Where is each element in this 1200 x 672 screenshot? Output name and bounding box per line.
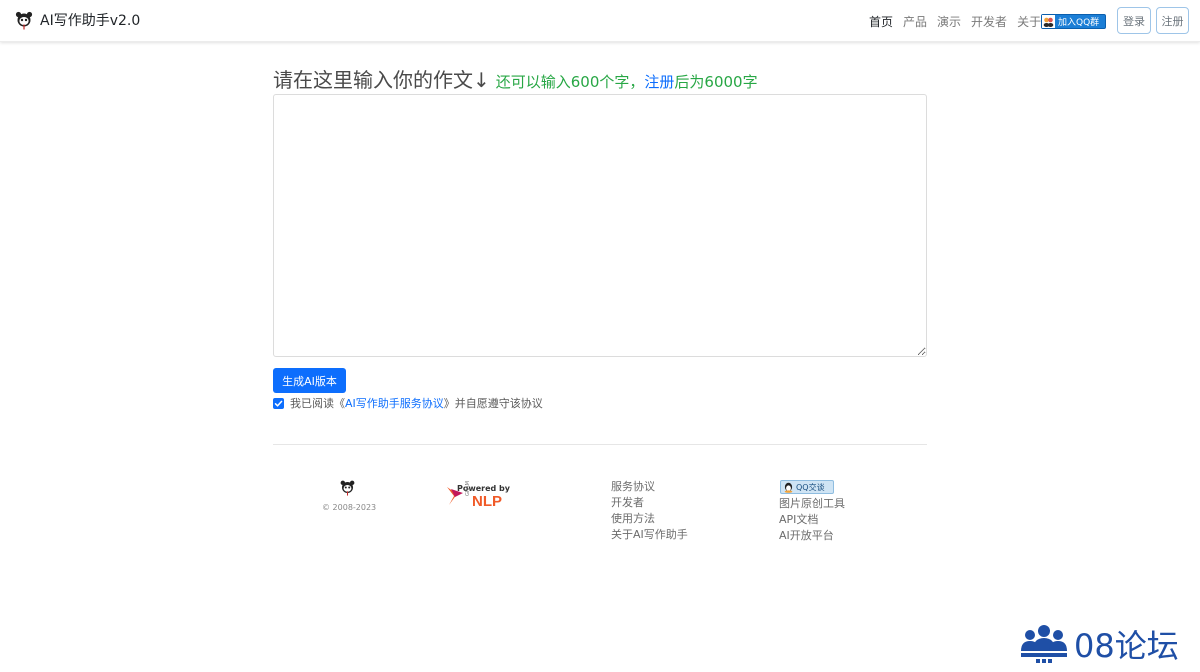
nav-developers[interactable]: 开发者 <box>971 13 1007 30</box>
footer-link-developers[interactable]: 开发者 <box>611 495 688 511</box>
char-limit-prefix: 还可以输入600个字， <box>495 73 645 91</box>
page-title: 请在这里输入你的作文↓ <box>273 68 490 92</box>
forum-watermark: 08论坛 <box>1020 621 1179 667</box>
generate-ai-version-button[interactable]: 生成AI版本 <box>273 368 346 393</box>
main-nav: 首页 产品 演示 开发者 关于 <box>869 13 1041 30</box>
footer-link-open-platform[interactable]: AI开放平台 <box>779 528 845 544</box>
qq-group-label: 加入QQ群 <box>1058 18 1100 28</box>
qq-group-icon <box>1042 15 1055 28</box>
checkmark-icon <box>274 400 283 407</box>
login-button[interactable]: 登录 <box>1117 7 1151 34</box>
agreement-prefix: 我已阅读《 <box>290 397 345 410</box>
brand-link[interactable]: AI写作助手v2.0 <box>14 10 140 30</box>
qq-penguin-icon <box>784 482 793 493</box>
watermark-text: 08论坛 <box>1074 627 1179 665</box>
footer-link-about[interactable]: 关于AI写作助手 <box>611 527 688 543</box>
join-qq-group-button[interactable]: 加入QQ群 <box>1041 14 1106 29</box>
footer-link-usage[interactable]: 使用方法 <box>611 511 688 527</box>
register-button[interactable]: 注册 <box>1156 7 1189 34</box>
panda-logo-icon <box>15 11 33 30</box>
agreement-checkbox[interactable] <box>273 397 284 409</box>
qq-chat-label: QQ交谈 <box>796 482 825 492</box>
footer-tools: 图片原创工具 API文档 AI开放平台 <box>779 496 845 544</box>
footer-links: 服务协议 开发者 使用方法 关于AI写作助手 <box>611 479 688 543</box>
essay-input[interactable] <box>273 94 927 357</box>
service-agreement-link[interactable]: AI写作助手服务协议 <box>345 395 444 411</box>
people-group-icon <box>1021 625 1067 663</box>
footer-link-api-docs[interactable]: API文档 <box>779 512 845 528</box>
footer-panda-logo-icon <box>340 480 355 496</box>
essay-heading: 请在这里输入你的作文↓ 还可以输入600个字，注册后为6000字 <box>273 64 758 93</box>
nlp-brand: NLP <box>472 493 502 510</box>
nav-products[interactable]: 产品 <box>903 13 927 30</box>
top-navbar: AI写作助手v2.0 首页 产品 演示 开发者 关于 加入QQ群 登录 注册 <box>0 0 1200 42</box>
nav-about[interactable]: 关于 <box>1017 13 1041 30</box>
powered-by-nlp-logo[interactable]: Powered by GRAM NLP <box>445 481 511 513</box>
nav-home[interactable]: 首页 <box>869 13 893 30</box>
char-limit-suffix: 后为6000字 <box>674 73 758 91</box>
nav-demo[interactable]: 演示 <box>937 13 961 30</box>
register-link[interactable]: 注册 <box>644 73 674 91</box>
brand-title: AI写作助手v2.0 <box>40 13 141 29</box>
char-limit-note: 还可以输入600个字，注册后为6000字 <box>496 71 758 92</box>
footer-link-image-tool[interactable]: 图片原创工具 <box>779 496 845 512</box>
agreement-suffix: 》并自愿遵守该协议 <box>443 397 543 410</box>
agreement-row: 我已阅读《 AI写作助手服务协议 》并自愿遵守该协议 <box>273 395 543 411</box>
footer-divider <box>273 444 927 445</box>
copyright: © 2008-2023 <box>322 503 377 512</box>
footer-link-service-agreement[interactable]: 服务协议 <box>611 479 688 495</box>
qq-chat-button[interactable]: QQ交谈 <box>780 480 834 494</box>
powered-sub-label: GRAM <box>465 481 471 496</box>
